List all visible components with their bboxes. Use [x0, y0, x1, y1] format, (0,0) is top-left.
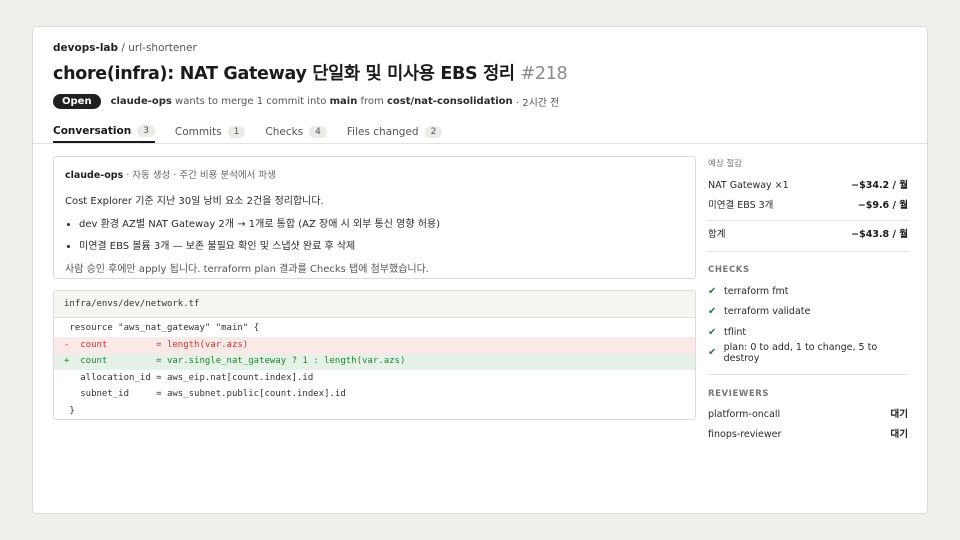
comment-footer: 사람 승인 후에만 apply 됩니다. terraform plan 결과를 … [65, 264, 429, 275]
reviewer-name[interactable]: finops-reviewer [708, 425, 781, 445]
tab-count: 1 [227, 126, 246, 138]
tab-label: Checks [265, 126, 304, 138]
savings-total-label: 합계 [708, 229, 726, 240]
reviewer-status: 대기 [890, 409, 908, 420]
pr-number: #218 [520, 64, 568, 84]
pr-tabs: Conversation 3 Commits 1 Checks 4 Files … [53, 121, 443, 143]
tab-count: 2 [424, 126, 443, 138]
check-label: plan: 0 to add, 1 to change, 5 to destro… [723, 341, 878, 364]
diff-context-line: resource "aws_nat_gateway" "main" { [64, 323, 260, 333]
list-item: 미연결 EBS 볼륨 3개 — 보존 불필요 확인 및 스냅샷 완료 후 삭제 [79, 237, 684, 252]
list-item: dev 환경 AZ별 NAT Gateway 2개 → 1개로 통합 (AZ 장… [79, 215, 684, 230]
author-link[interactable]: claude-ops [111, 96, 172, 107]
pr-description-comment: claude-ops · 자동 생성 · 주간 비용 분석에서 파생 Cost … [53, 156, 696, 279]
reviewer-row: platform-oncall 대기 [708, 405, 908, 425]
status-badge: Open [53, 94, 101, 109]
tabs-divider [33, 143, 927, 144]
check-item[interactable]: ✔ plan: 0 to add, 1 to change, 5 to dest… [708, 341, 908, 364]
diff-deleted-line: - count = length(var.azs) [54, 336, 695, 353]
diff-lines: resource "aws_nat_gateway" "main" { - co… [54, 318, 695, 419]
savings-label: 미연결 EBS 3개 [708, 200, 774, 211]
divider [708, 374, 908, 375]
check-label: terraform validate [724, 306, 811, 318]
breadcrumb: devops-lab / url-shortener [53, 41, 907, 55]
tab-conversation[interactable]: Conversation 3 [53, 121, 155, 143]
pr-title: chore(infra): NAT Gateway 단일화 및 미사용 EBS … [53, 64, 515, 84]
check-label: terraform fmt [724, 285, 789, 297]
tab-checks[interactable]: Checks 4 [265, 121, 327, 143]
savings-value: −$34.2 / 월 [851, 180, 908, 191]
check-mark-icon: ✔ [708, 326, 717, 338]
tab-label: Conversation [53, 125, 132, 137]
tab-commits[interactable]: Commits 1 [174, 121, 246, 143]
tab-count: 3 [137, 125, 155, 137]
check-mark-icon: ✔ [708, 306, 717, 318]
divider [708, 251, 908, 252]
savings-total-value: −$43.8 / 월 [851, 229, 908, 240]
pr-time: · 2시간 전 [515, 98, 560, 109]
savings-row: 미연결 EBS 3개 −$9.6 / 월 [708, 196, 908, 216]
comment-author[interactable]: claude-ops [65, 170, 123, 181]
tab-label: Files changed [346, 126, 419, 138]
savings-heading: 예상 절감 [708, 159, 742, 169]
pr-header: devops-lab / url-shortener chore(infra):… [53, 41, 907, 109]
check-item[interactable]: ✔ terraform validate [708, 302, 908, 323]
reviewer-status: 대기 [890, 429, 908, 440]
savings-label: NAT Gateway ×1 [708, 180, 789, 191]
diff-context-line: subnet_id = aws_subnet.public[count.inde… [64, 389, 346, 399]
comment-header: claude-ops · 자동 생성 · 주간 비용 분석에서 파생 [65, 167, 684, 181]
check-label: tflint [724, 326, 747, 338]
tab-count: 4 [309, 126, 327, 138]
check-item[interactable]: ✔ terraform fmt [708, 281, 908, 302]
merge-text: wants to merge 1 commit into [175, 96, 327, 107]
savings-total-row: 합계 −$43.8 / 월 [708, 225, 908, 245]
page-title: chore(infra): NAT Gateway 단일화 및 미사용 EBS … [53, 60, 907, 85]
base-branch[interactable]: main [330, 96, 358, 107]
from-text: from [360, 96, 384, 107]
reviewers-heading: REVIEWERS [708, 389, 770, 399]
pr-meta: Open claude-ops wants to merge 1 commit … [53, 94, 907, 109]
savings-value: −$9.6 / 월 [857, 200, 908, 211]
reviewer-row: finops-reviewer 대기 [708, 425, 908, 445]
comment-bullets: dev 환경 AZ별 NAT Gateway 2개 → 1개로 통합 (AZ 장… [65, 215, 684, 252]
diff-view: infra/envs/dev/network.tf resource "aws_… [53, 290, 696, 420]
comment-meta: · 자동 생성 · 주간 비용 분석에서 파생 [126, 170, 276, 181]
check-item[interactable]: ✔ tflint [708, 322, 908, 343]
reviewer-name[interactable]: platform-oncall [708, 405, 780, 425]
diff-filename[interactable]: infra/envs/dev/network.tf [54, 291, 695, 318]
savings-row: NAT Gateway ×1 −$34.2 / 월 [708, 176, 908, 196]
tab-label: Commits [174, 126, 222, 138]
divider [708, 220, 908, 221]
diff-added-line: + count = var.single_nat_gateway ? 1 : l… [54, 353, 695, 370]
comment-summary: Cost Explorer 기준 지난 30일 낭비 요소 2건을 정리합니다. [65, 196, 324, 207]
repo-owner-link[interactable]: devops-lab [53, 42, 118, 54]
head-branch[interactable]: cost/nat-consolidation [387, 96, 513, 107]
checks-heading: CHECKS [708, 265, 750, 275]
check-mark-icon: ✔ [708, 285, 717, 297]
diff-context-line: allocation_id = aws_eip.nat[count.index]… [64, 372, 314, 383]
tab-files-changed[interactable]: Files changed 2 [346, 121, 443, 143]
pull-request-card: devops-lab / url-shortener chore(infra):… [32, 26, 928, 514]
repo-name-link[interactable]: url-shortener [128, 42, 197, 54]
sidebar: 예상 절감 NAT Gateway ×1 −$34.2 / 월 미연결 EBS … [708, 157, 908, 445]
check-mark-icon: ✔ [708, 347, 717, 359]
diff-context-line: } [64, 405, 75, 416]
